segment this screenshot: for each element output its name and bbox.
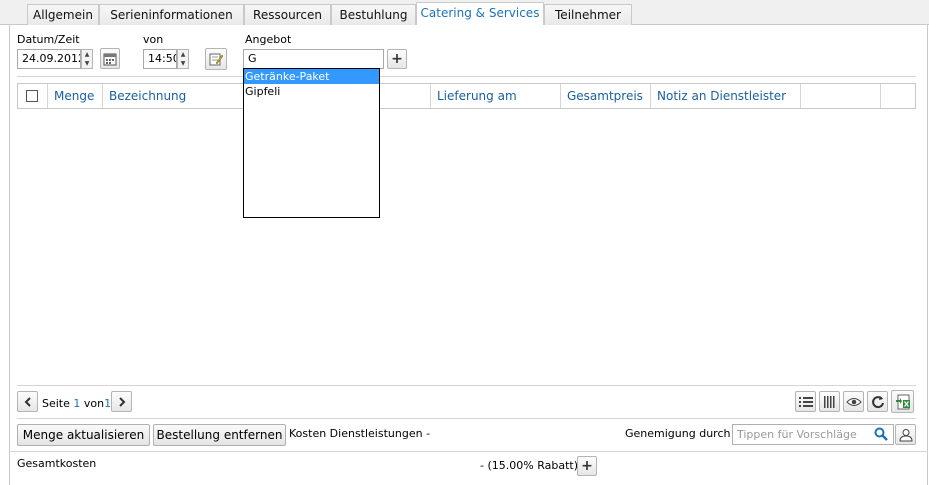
add-cost-button[interactable]: + (577, 456, 597, 476)
time-field[interactable]: 14:50 (143, 49, 177, 69)
excel-export-button[interactable] (891, 390, 914, 413)
discount-text: (15.00% Rabatt) (487, 459, 578, 472)
suggestion-item[interactable]: Gipfeli (244, 84, 379, 99)
col-menge[interactable]: Menge (48, 84, 103, 108)
date-spinner[interactable]: ▲ ▼ (81, 49, 93, 69)
tab-ressourcen[interactable]: Ressourcen (244, 4, 331, 25)
offer-suggestions[interactable]: Getränke-Paket Gipfeli (243, 68, 380, 218)
col-lieferung[interactable]: Lieferung am (431, 84, 561, 108)
spin-up-icon[interactable]: ▲ (82, 50, 92, 59)
service-costs-label: Kosten Dienstleistungen - (289, 427, 431, 440)
columns-button[interactable] (819, 391, 840, 412)
select-all-cell (18, 84, 48, 108)
col-gesamtpreis[interactable]: Gesamtpreis (561, 84, 651, 108)
search-icon[interactable] (874, 427, 890, 443)
tab-bestuhlung[interactable]: Bestuhlung (331, 4, 416, 25)
divider (17, 385, 916, 386)
total-costs-label: Gesamtkosten (17, 457, 97, 470)
add-offer-button[interactable]: + (387, 49, 407, 69)
date-field[interactable]: 24.09.2012 (17, 49, 81, 69)
spin-down-icon[interactable]: ▼ (178, 59, 188, 68)
page-current: 1 (73, 397, 81, 410)
tab-teilnehmer[interactable]: Teilnehmer (544, 4, 632, 25)
update-quantity-button[interactable]: Menge aktualisieren (17, 424, 150, 446)
time-spinner[interactable]: ▲ ▼ (177, 49, 189, 69)
chevron-right-icon (118, 396, 125, 407)
plus-icon: + (391, 51, 403, 67)
offer-input[interactable]: G (243, 49, 384, 69)
col-notiz[interactable]: Notiz an Dienstleister (651, 84, 801, 108)
user-icon (898, 428, 913, 441)
divider (9, 451, 928, 452)
refresh-button[interactable] (867, 391, 888, 412)
chevron-left-icon (24, 396, 31, 407)
offer-label: Angebot (245, 33, 292, 46)
spin-down-icon[interactable]: ▼ (82, 59, 92, 68)
edit-time-button[interactable] (205, 48, 227, 70)
page-indicator: Seite 1 von1 (42, 397, 111, 410)
approval-search-input[interactable]: Tippen für Vorschläge (732, 424, 894, 445)
next-page-button[interactable] (111, 391, 132, 412)
divider (17, 418, 916, 419)
eye-icon (845, 397, 862, 406)
time-label: von (143, 33, 164, 46)
prev-page-button[interactable] (17, 391, 38, 412)
calendar-icon (103, 53, 117, 65)
total-dash: - (480, 459, 484, 472)
grid-header: Menge Bezeichnung Lieferung am Gesamtpre… (17, 83, 916, 109)
list-icon (798, 396, 813, 407)
of-word: von (83, 397, 105, 410)
refresh-icon (871, 395, 884, 408)
date-label: Datum/Zeit (17, 33, 80, 46)
tab-bar: Allgemein Serieninformationen Ressourcen… (0, 0, 929, 26)
approval-label: Genemigung durch (625, 427, 731, 440)
col-extra (801, 84, 881, 108)
user-picker-button[interactable] (895, 424, 916, 445)
suggestion-item[interactable]: Getränke-Paket (244, 69, 379, 84)
list-view-button[interactable] (795, 391, 816, 412)
select-all-checkbox[interactable] (26, 90, 38, 102)
page-word: Seite (42, 397, 70, 410)
edit-note-icon (209, 53, 224, 66)
remove-order-button[interactable]: Bestellung entfernen (153, 424, 286, 446)
plus-icon: + (581, 458, 593, 474)
divider (17, 76, 916, 77)
tab-allgemein[interactable]: Allgemein (27, 4, 99, 25)
columns-icon (823, 395, 834, 408)
tab-catering-services[interactable]: Catering & Services (416, 2, 544, 26)
preview-button[interactable] (843, 391, 864, 412)
tab-serieninformationen[interactable]: Serieninformationen (99, 4, 244, 25)
total-costs-value: - (15.00% Rabatt) (480, 459, 578, 472)
calendar-button[interactable] (100, 48, 120, 69)
spin-up-icon[interactable]: ▲ (178, 50, 188, 59)
excel-export-icon (895, 394, 910, 409)
